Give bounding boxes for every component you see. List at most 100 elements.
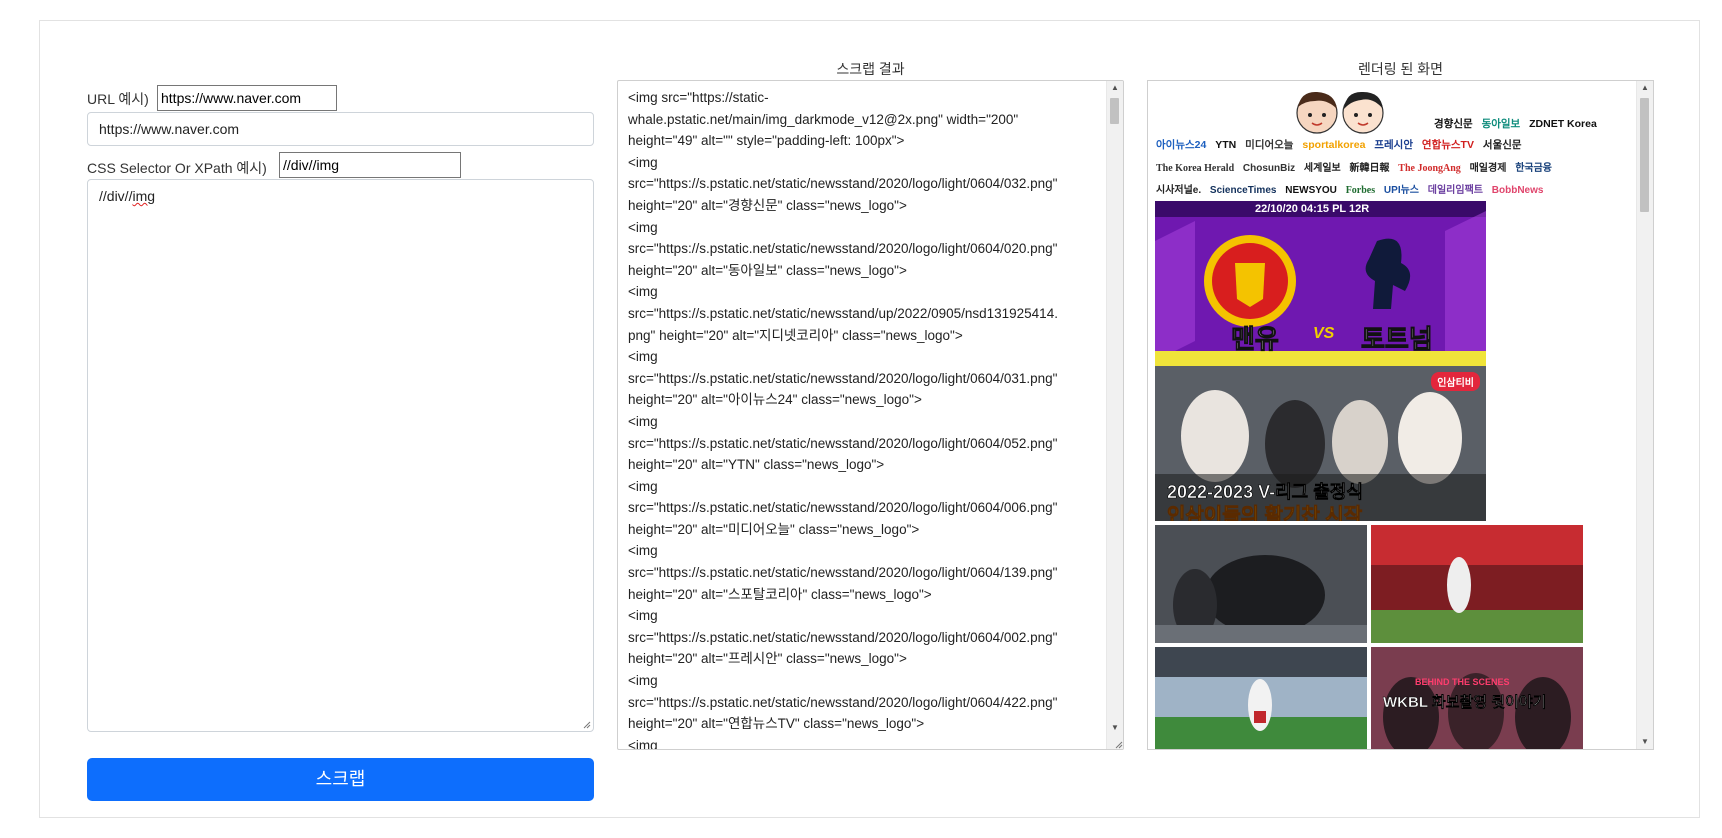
result-code-line: <img <box>628 543 658 559</box>
news-logo[interactable]: 서울신문 <box>1483 139 1522 151</box>
resize-grip-icon[interactable] <box>1113 739 1123 749</box>
volleyball-tile[interactable]: 인삼티비 2022-2023 V-리그 출정식 인삼이들의 활기찬 시작 <box>1155 366 1486 521</box>
photo-tile-2[interactable] <box>1371 525 1583 643</box>
selector-textarea[interactable]: //div//img <box>87 179 594 732</box>
stadium-photo <box>1371 525 1583 643</box>
news-logos-row-1: 경향신문 동아일보 ZDNET Korea <box>1434 116 1603 131</box>
scroll-up-icon[interactable]: ▲ <box>1107 81 1123 95</box>
result-code-line: height="20" alt="미디어오늘" class="news_logo… <box>628 521 920 537</box>
result-code-line: height="20" alt="프레시안" class="news_logo"… <box>628 651 907 667</box>
result-title: 스크랩 결과 <box>836 61 905 77</box>
result-textarea[interactable]: <img src="https://static-whale.pstatic.n… <box>617 80 1124 750</box>
result-code-line: src="https://s.pstatic.net/static/newsst… <box>628 305 1058 321</box>
result-scroll-thumb[interactable] <box>1110 98 1119 124</box>
result-code-line: src="https://s.pstatic.net/static/newsst… <box>628 435 1058 451</box>
scroll-up-icon[interactable]: ▲ <box>1637 81 1653 95</box>
news-logo[interactable]: UPI뉴스 <box>1384 185 1419 196</box>
news-logo[interactable]: The JoongAng <box>1398 163 1461 174</box>
url-example-input[interactable]: https://www.naver.com <box>157 85 337 111</box>
news-logo[interactable]: Forbes <box>1346 185 1375 196</box>
selector-textarea-value: //div//img <box>99 188 155 204</box>
news-logo[interactable]: 한국금융 <box>1515 163 1552 174</box>
wkbl-top-caption: BEHIND THE SCENES <box>1415 677 1510 687</box>
wkbl-caption: WKBL 화보촬영 뒷이야기 <box>1383 694 1547 711</box>
result-code-line: <img <box>628 349 658 365</box>
news-logo[interactable]: 매일경제 <box>1470 163 1507 174</box>
render-scrollbar[interactable]: ▲ ▼ <box>1636 81 1653 749</box>
result-code-line: height="20" alt="경향신문" class="news_logo"… <box>628 197 907 213</box>
result-code-line: <img <box>628 219 658 235</box>
result-code-line: <img <box>628 284 658 300</box>
news-logo[interactable]: 세계일보 <box>1304 163 1341 174</box>
news-logo[interactable]: 아이뉴스24 <box>1156 139 1206 151</box>
result-code-line: <img <box>628 737 658 750</box>
result-scrollbar[interactable]: ▲ ▼ <box>1106 81 1123 749</box>
result-code-line: src="https://s.pstatic.net/static/newsst… <box>628 370 1058 386</box>
news-logo[interactable]: 프레시안 <box>1374 139 1413 151</box>
selector-example-input[interactable]: //div//img <box>279 152 461 178</box>
whale-logo-icon <box>1296 91 1384 134</box>
resize-grip-icon[interactable] <box>581 719 591 729</box>
result-code-line: whale.pstatic.net/main/img_darkmode_v12@… <box>628 111 1019 127</box>
news-logo[interactable]: 시사저널e. <box>1156 185 1201 196</box>
result-code-line: src="https://s.pstatic.net/static/newsst… <box>628 629 1058 645</box>
result-code-line: <img <box>628 413 658 429</box>
result-code-line: src="https://s.pstatic.net/static/newsst… <box>628 565 1058 581</box>
news-logo[interactable]: 데일리임팩트 <box>1428 185 1483 196</box>
news-logo[interactable]: YTN <box>1215 139 1236 151</box>
news-logo[interactable]: 경향신문 <box>1434 118 1473 130</box>
photo-tile-3[interactable] <box>1155 647 1367 749</box>
result-code: <img src="https://static-whale.pstatic.n… <box>628 87 1098 750</box>
selector-example-label: CSS Selector Or XPath 예시) <box>87 160 267 176</box>
news-logo[interactable]: NEWSYOU <box>1285 185 1337 196</box>
news-logos-row-3: The Korea Herald ChosunBiz 세계일보 新韓日報 The… <box>1156 159 1558 174</box>
scroll-down-icon[interactable]: ▼ <box>1637 735 1653 749</box>
match-team-1: 맨유 <box>1231 324 1280 355</box>
news-logo[interactable]: sportalkorea <box>1302 139 1365 151</box>
match-team-2: 토트넘 <box>1361 324 1434 355</box>
url-example-label: URL 예시) <box>87 91 149 107</box>
result-code-line: height="20" alt="스포탈코리아" class="news_log… <box>628 586 932 602</box>
result-code-line: <img <box>628 608 658 624</box>
football-photo <box>1155 647 1367 749</box>
news-logo[interactable]: BobbNews <box>1492 185 1544 196</box>
news-logo[interactable]: The Korea Herald <box>1156 163 1234 174</box>
match-vs: VS <box>1313 325 1335 342</box>
news-logo[interactable]: 新韓日報 <box>1350 163 1390 174</box>
volleyball-subcaption: 인삼이들의 활기찬 시작 <box>1167 505 1363 521</box>
news-logos-row-2: 아이뉴스24 YTN 미디어오늘 sportalkorea 프레시안 연합뉴스T… <box>1156 137 1528 152</box>
result-code-line: <img <box>628 478 658 494</box>
photo-tile-1[interactable] <box>1155 525 1367 643</box>
result-code-line: height="20" alt="연합뉴스TV" class="news_log… <box>628 716 925 732</box>
url-input[interactable]: https://www.naver.com <box>87 112 594 146</box>
render-scroll-thumb[interactable] <box>1640 98 1649 212</box>
photo-tile-4[interactable]: BEHIND THE SCENES WKBL 화보촬영 뒷이야기 <box>1371 647 1583 749</box>
match-banner[interactable]: 22/10/20 04:15 PL 12R 맨유 VS 토트넘 <box>1155 201 1486 366</box>
volleyball-badge: 인삼티비 <box>1431 372 1480 391</box>
result-code-line: <img src="https://static- <box>628 90 769 105</box>
result-code-line: height="20" alt="동아일보" class="news_logo"… <box>628 262 907 278</box>
news-logo[interactable]: ChosunBiz <box>1243 163 1295 174</box>
news-logo[interactable]: 연합뉴스TV <box>1422 139 1474 151</box>
result-code-line: src="https://s.pstatic.net/static/newsst… <box>628 176 1058 192</box>
result-code-line: height="49" alt="" style="padding-left: … <box>628 133 905 149</box>
result-code-line: height="20" alt="아이뉴스24" class="news_log… <box>628 392 922 408</box>
result-code-line: height="20" alt="YTN" class="news_logo"> <box>628 457 885 473</box>
result-code-line: <img <box>628 673 658 689</box>
result-code-line: <img <box>628 154 658 170</box>
result-code-line: src="https://s.pstatic.net/static/newsst… <box>628 241 1058 257</box>
match-time: 22/10/20 04:15 PL 12R <box>1255 203 1370 215</box>
result-code-line: src="https://s.pstatic.net/static/newsst… <box>628 500 1058 516</box>
selector-value-prefix: //div// <box>99 188 133 204</box>
news-logo[interactable]: 미디어오늘 <box>1245 139 1293 151</box>
render-frame[interactable]: 경향신문 동아일보 ZDNET Korea 아이뉴스24 YTN 미디어오늘 s… <box>1147 80 1654 750</box>
selector-value-suffix: img <box>132 188 156 204</box>
news-logo[interactable]: ZDNET Korea <box>1529 118 1597 130</box>
scroll-down-icon[interactable]: ▼ <box>1107 721 1123 735</box>
news-logo[interactable]: ScienceTimes <box>1210 185 1277 196</box>
celebration-photo <box>1155 525 1367 643</box>
result-code-line: src="https://s.pstatic.net/static/newsst… <box>628 694 1058 710</box>
scrape-button[interactable]: 스크랩 <box>87 758 594 801</box>
news-logo[interactable]: 동아일보 <box>1482 118 1521 130</box>
news-logos-row-4: 시사저널e. ScienceTimes NEWSYOU Forbes UPI뉴스… <box>1156 181 1549 196</box>
